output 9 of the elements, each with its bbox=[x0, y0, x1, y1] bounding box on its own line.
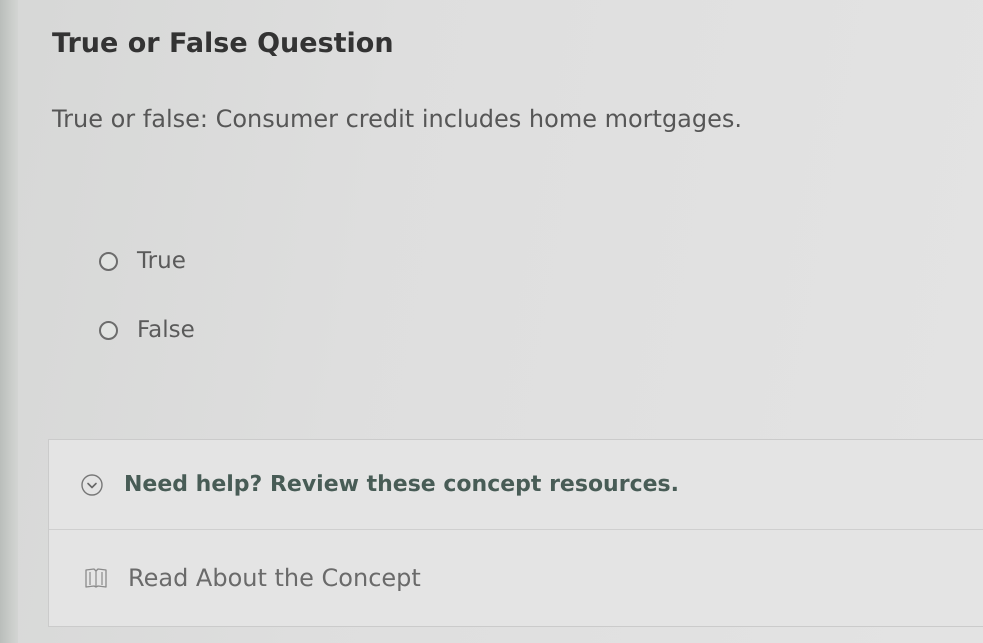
answer-option[interactable]: True bbox=[99, 246, 186, 276]
question-title: True or False Question bbox=[52, 27, 395, 61]
radio-icon[interactable] bbox=[99, 320, 118, 340]
book-icon bbox=[85, 568, 107, 588]
question-text: True or false: Consumer credit includes home mortgages. bbox=[52, 104, 744, 134]
help-toggle[interactable]: Need help? Review these concept resources. bbox=[49, 440, 983, 529]
resource-link[interactable]: Read About the Concept bbox=[85, 563, 421, 593]
answer-option[interactable]: False bbox=[99, 315, 195, 345]
radio-icon[interactable] bbox=[99, 252, 118, 270]
